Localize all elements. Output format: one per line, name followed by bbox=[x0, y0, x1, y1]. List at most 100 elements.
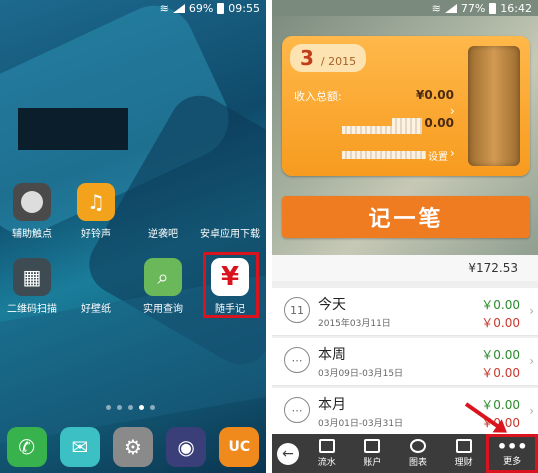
income-value: ¥0.00 bbox=[416, 88, 454, 102]
download-icon bbox=[211, 183, 249, 221]
record-entry-button[interactable]: 记一笔 bbox=[282, 196, 530, 238]
app-practical-query[interactable]: ⌕ 实用查询 bbox=[133, 258, 193, 315]
nav-flow[interactable]: 流水 bbox=[304, 434, 350, 473]
period-income: ￥0.00 bbox=[481, 298, 520, 312]
app-label: 好铃声 bbox=[81, 229, 111, 240]
signal-icon bbox=[444, 3, 457, 13]
nav-label: 图表 bbox=[408, 458, 427, 468]
period-expense: ￥0.00 bbox=[481, 316, 520, 330]
back-arrow-icon: ← bbox=[277, 442, 299, 465]
list-icon bbox=[318, 439, 335, 453]
nav-label: 理财 bbox=[454, 458, 473, 468]
wallet-icon bbox=[364, 439, 381, 453]
battery-icon bbox=[217, 2, 225, 14]
app-assistive-touch[interactable]: 辅助触点 bbox=[2, 183, 62, 240]
dock: ✆ ✉ ⚙ ◉ UC bbox=[0, 420, 266, 473]
period-date: 2015年03月11日 bbox=[318, 319, 391, 329]
nav-more[interactable]: ••• 更多 bbox=[486, 434, 538, 473]
nav-finance[interactable]: 理财 bbox=[441, 434, 487, 473]
qr-code-icon: ▦ bbox=[13, 258, 51, 296]
wallet-graphic bbox=[468, 46, 520, 166]
settings-link[interactable]: 设置 bbox=[428, 148, 448, 163]
suishouji-app: ≋ 77% 16:42 3 / 2015 收入总额: ¥0.00 › 0.00 … bbox=[272, 0, 538, 473]
period-title: 今天 bbox=[318, 297, 346, 313]
signal-icon bbox=[172, 3, 185, 13]
app-suishouji[interactable]: ¥ 随手记 bbox=[200, 258, 260, 315]
summary-card[interactable]: 3 / 2015 收入总额: ¥0.00 › 0.00 设置 › bbox=[282, 36, 530, 176]
year-label: / 2015 bbox=[320, 55, 357, 68]
app-label: 随手记 bbox=[215, 304, 245, 315]
period-title: 本月 bbox=[318, 397, 346, 413]
nav-account[interactable]: 账户 bbox=[350, 434, 396, 473]
record-button-label: 记一笔 bbox=[368, 207, 444, 232]
status-bar: ≋ 69% 09:55 bbox=[0, 0, 266, 16]
chevron-right-icon: › bbox=[450, 146, 455, 160]
redacted-block bbox=[18, 108, 128, 150]
uc-browser-icon[interactable]: UC bbox=[219, 426, 260, 467]
back-button[interactable]: ← bbox=[272, 434, 304, 473]
nav-label: 流水 bbox=[317, 458, 336, 468]
period-date: 03月09日-03月15日 bbox=[318, 369, 404, 379]
battery-percent: 69% bbox=[188, 1, 214, 15]
home-screen: ≋ 69% 09:55 辅助触点 ♫ 好铃声 逆袭吧 安卓应用下载 ▦ 二维码扫… bbox=[0, 0, 266, 473]
period-income: ￥0.00 bbox=[481, 398, 520, 412]
app-label: 逆袭吧 bbox=[148, 229, 178, 240]
clock: 16:42 bbox=[500, 1, 532, 15]
app-label: 安卓应用下载 bbox=[200, 229, 260, 240]
search-lens-icon: ⌕ bbox=[144, 258, 182, 296]
app-label: 实用查询 bbox=[143, 304, 183, 315]
wifi-icon: ≋ bbox=[159, 1, 169, 15]
second-value: 0.00 bbox=[424, 116, 454, 130]
month-number: 3 bbox=[300, 46, 314, 70]
settings-icon[interactable]: ⚙ bbox=[112, 426, 153, 467]
music-note-icon: ♫ bbox=[77, 183, 115, 221]
battery-icon bbox=[489, 2, 497, 14]
nav-label: 更多 bbox=[503, 457, 522, 467]
app-game[interactable]: 逆袭吧 bbox=[133, 183, 193, 240]
yuan-icon: ¥ bbox=[211, 258, 249, 296]
app-qr-scanner[interactable]: ▦ 二维码扫描 bbox=[2, 258, 62, 315]
trend-chart-icon bbox=[455, 439, 472, 453]
balance-value: ¥172.53 bbox=[468, 261, 518, 275]
app-wallpaper[interactable]: 好壁纸 bbox=[66, 258, 126, 315]
nav-label: 账户 bbox=[363, 458, 382, 468]
camera-icon[interactable]: ◉ bbox=[166, 426, 207, 467]
app-ringtone[interactable]: ♫ 好铃声 bbox=[66, 183, 126, 240]
app-label: 好壁纸 bbox=[81, 304, 111, 315]
chevron-right-icon: › bbox=[529, 404, 534, 418]
period-expense: ￥0.00 bbox=[481, 366, 520, 380]
redacted-block bbox=[342, 126, 422, 134]
more-dots-icon: ••• bbox=[496, 437, 528, 456]
income-row: 收入总额: ¥0.00 bbox=[294, 88, 454, 104]
page-indicator bbox=[106, 405, 155, 410]
wallpaper-icon bbox=[77, 258, 115, 296]
chevron-right-icon: › bbox=[529, 354, 534, 368]
game-icon bbox=[144, 183, 182, 221]
period-today[interactable]: 11 今天 2015年03月11日 ￥0.00 ￥0.00 › bbox=[272, 288, 538, 336]
calendar-icon: ⋯ bbox=[284, 397, 310, 423]
assistive-touch-icon bbox=[13, 183, 51, 221]
chevron-right-icon: › bbox=[529, 304, 534, 318]
period-week[interactable]: ⋯ 本周 03月09日-03月15日 ￥0.00 ￥0.00 › bbox=[272, 338, 538, 386]
calendar-icon: ⋯ bbox=[284, 347, 310, 373]
redacted-block bbox=[342, 151, 426, 159]
period-date: 03月01日-03月31日 bbox=[318, 419, 404, 429]
header-background: 3 / 2015 收入总额: ¥0.00 › 0.00 设置 › 记一笔 bbox=[272, 16, 538, 266]
pie-chart-icon bbox=[409, 439, 426, 453]
clock: 09:55 bbox=[228, 1, 260, 15]
battery-percent: 77% bbox=[460, 1, 486, 15]
balance-bar: ¥172.53 bbox=[272, 255, 538, 281]
period-income: ￥0.00 bbox=[481, 348, 520, 362]
calendar-icon: 11 bbox=[284, 297, 310, 323]
app-android-download[interactable]: 安卓应用下载 bbox=[200, 183, 260, 240]
period-title: 本周 bbox=[318, 347, 346, 363]
phone-icon[interactable]: ✆ bbox=[6, 426, 47, 467]
bottom-nav: ← 流水 账户 图表 理财 ••• 更多 bbox=[272, 434, 538, 473]
app-label: 二维码扫描 bbox=[7, 304, 57, 315]
app-label: 辅助触点 bbox=[12, 229, 52, 240]
income-label: 收入总额: bbox=[294, 90, 342, 103]
message-icon[interactable]: ✉ bbox=[59, 426, 100, 467]
nav-chart[interactable]: 图表 bbox=[395, 434, 441, 473]
status-bar: ≋ 77% 16:42 bbox=[272, 0, 538, 16]
wifi-icon: ≋ bbox=[431, 1, 441, 15]
